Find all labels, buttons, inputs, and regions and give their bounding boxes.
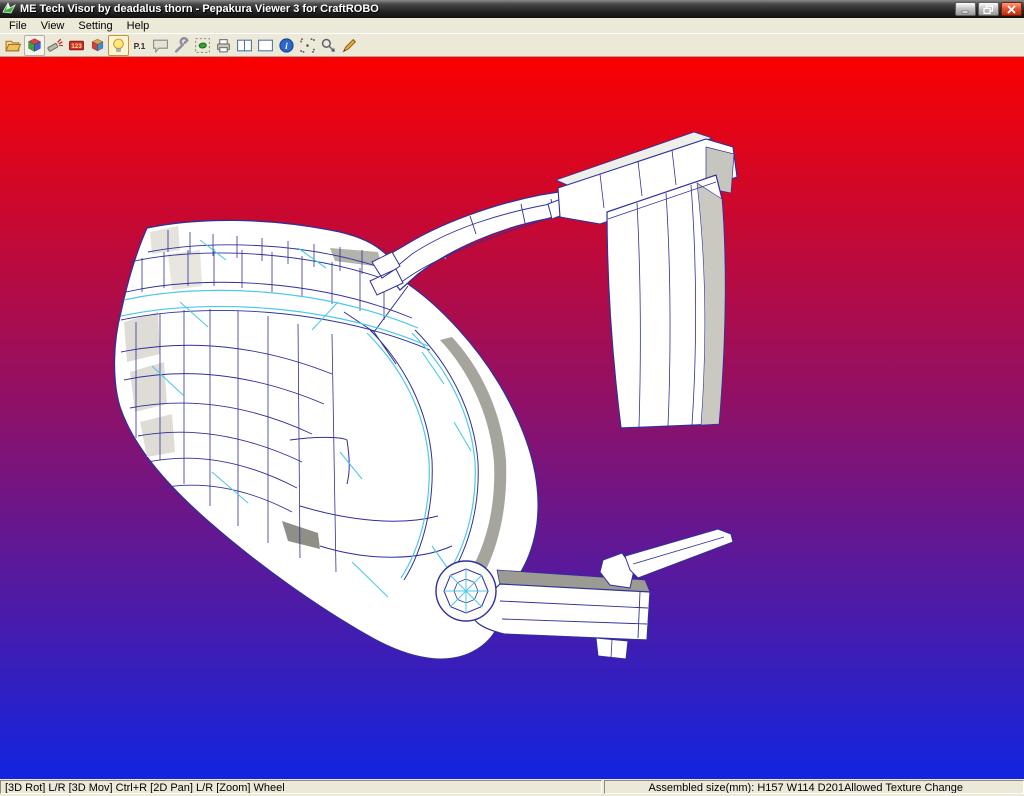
status-model-info: Assembled size(mm): H157 W114 D201Allowe… xyxy=(604,780,1024,794)
model-viewport[interactable] xyxy=(0,57,1024,779)
page-number-icon[interactable]: P.1 xyxy=(129,35,150,56)
zoom-region-icon[interactable] xyxy=(297,35,318,56)
status-mouse-help: [3D Rot] L/R [3D Mov] Ctrl+R [2D Pan] L/… xyxy=(0,780,602,794)
visor-3d-model xyxy=(113,131,738,660)
split-view-icon[interactable] xyxy=(234,35,255,56)
status-assembled-size: Assembled size(mm): H157 W114 D201 xyxy=(648,782,844,794)
select-part-icon[interactable] xyxy=(192,35,213,56)
svg-text:123: 123 xyxy=(71,43,82,50)
menu-file[interactable]: File xyxy=(2,20,34,32)
menu-bar: File View Setting Help xyxy=(0,18,1024,33)
print-icon[interactable] xyxy=(213,35,234,56)
status-texture-change: Allowed Texture Change xyxy=(843,782,963,794)
svg-text:P.1: P.1 xyxy=(134,41,146,51)
minimize-button[interactable] xyxy=(955,2,976,16)
status-bar: [3D Rot] L/R [3D Mov] Ctrl+R [2D Pan] L/… xyxy=(0,779,1024,796)
menu-view[interactable]: View xyxy=(34,20,72,32)
restore-button[interactable] xyxy=(978,2,999,16)
comment-balloon-icon[interactable] xyxy=(150,35,171,56)
menu-help[interactable]: Help xyxy=(120,20,157,32)
airbrush-icon[interactable] xyxy=(45,35,66,56)
info-icon[interactable]: i xyxy=(276,35,297,56)
open-file-icon[interactable] xyxy=(3,35,24,56)
pepakura-viewer-window: ME Tech Visor by deadalus thorn - Pepaku… xyxy=(0,0,1024,796)
light-bulb-icon[interactable] xyxy=(108,34,129,56)
edit-pen-icon[interactable] xyxy=(339,35,360,56)
app-icon xyxy=(2,1,16,18)
toolbar: 123 P.1 i xyxy=(0,33,1024,57)
settings-wrench-icon[interactable] xyxy=(171,35,192,56)
view-3d-cube-icon[interactable] xyxy=(24,34,45,56)
title-bar: ME Tech Visor by deadalus thorn - Pepaku… xyxy=(0,0,1024,18)
texture-cube-icon[interactable] xyxy=(87,35,108,56)
svg-text:i: i xyxy=(285,41,288,52)
single-view-icon[interactable] xyxy=(255,35,276,56)
close-button[interactable] xyxy=(1001,2,1022,16)
zoom-fit-icon[interactable] xyxy=(318,35,339,56)
window-title: ME Tech Visor by deadalus thorn - Pepaku… xyxy=(20,3,379,15)
edge-id-icon[interactable]: 123 xyxy=(66,35,87,56)
menu-setting[interactable]: Setting xyxy=(71,20,119,32)
